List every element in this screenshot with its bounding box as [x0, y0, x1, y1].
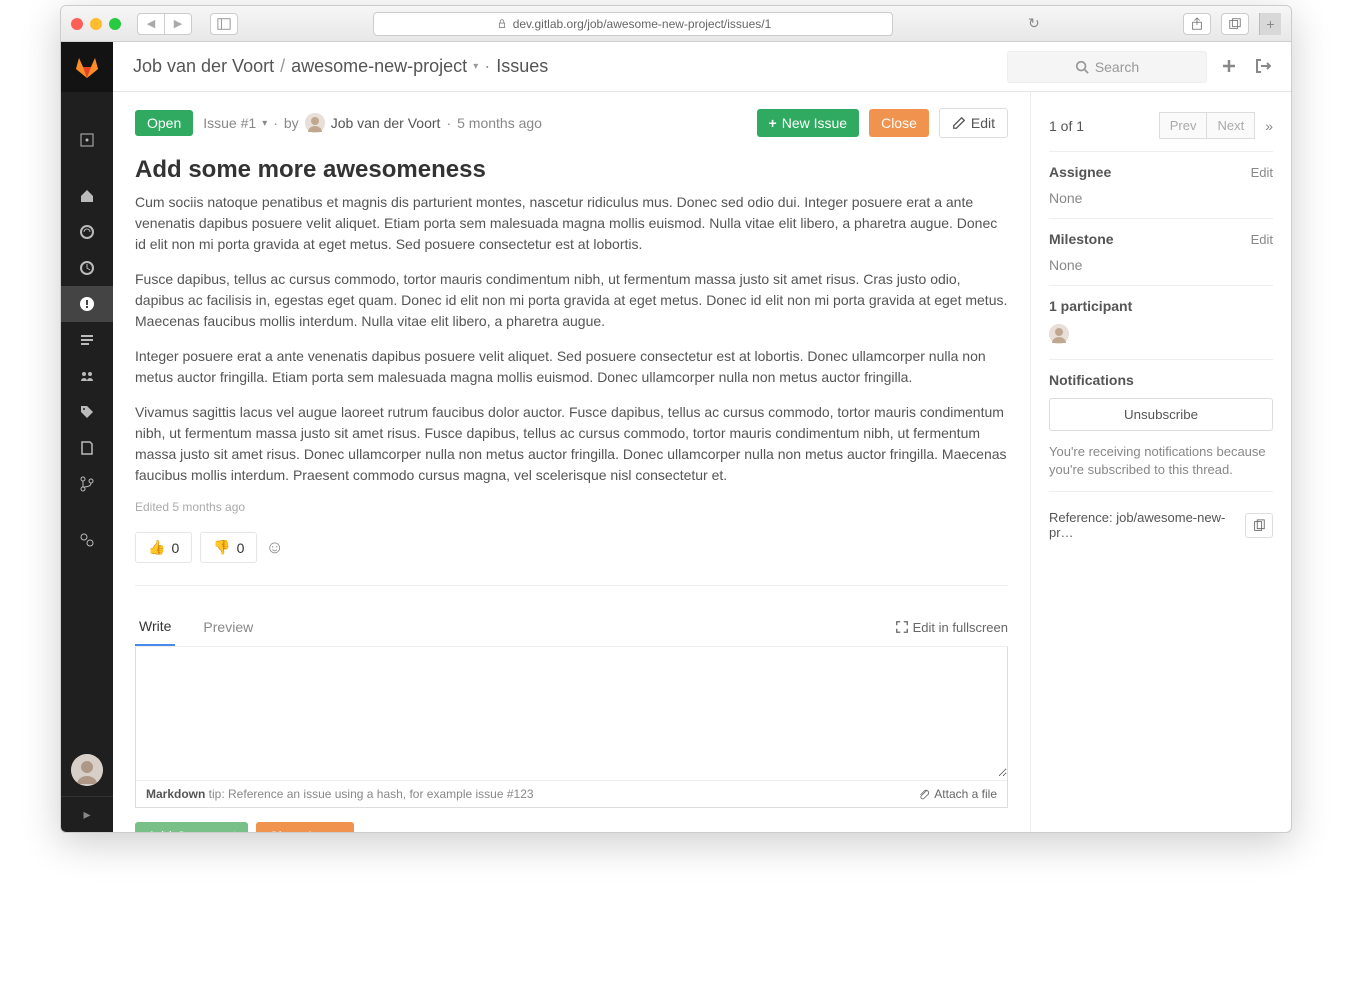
breadcrumb: Job van der Voort / awesome-new-project …: [133, 56, 993, 77]
sidebar-toggle[interactable]: [210, 13, 238, 35]
participants-label: 1 participant: [1049, 298, 1132, 314]
reference-text: Reference: job/awesome-new-pr…: [1049, 510, 1245, 540]
breadcrumb-project[interactable]: awesome-new-project: [291, 56, 467, 77]
participant-avatar[interactable]: [1049, 324, 1069, 344]
issue-state-badge: Open: [135, 110, 193, 136]
thumbs-up-icon: 👍: [148, 539, 165, 556]
zoom-window[interactable]: [109, 18, 121, 30]
nav-members[interactable]: [61, 358, 113, 394]
new-tab-button[interactable]: +: [1259, 13, 1281, 35]
author-avatar[interactable]: [305, 113, 325, 133]
thumbs-down-button[interactable]: 👎0: [200, 532, 257, 563]
chevron-down-icon[interactable]: ▾: [262, 118, 267, 129]
tab-write[interactable]: Write: [135, 608, 175, 646]
issue-time: 5 months ago: [457, 115, 542, 131]
close-button[interactable]: Close: [869, 109, 929, 137]
share-button[interactable]: [1183, 13, 1211, 35]
nav-wiki[interactable]: [61, 430, 113, 466]
assignee-label: Assignee: [1049, 164, 1111, 180]
issue-sidebar: 1 of 1 Prev Next » Assignee Edit None Mil…: [1031, 92, 1291, 832]
nav-issues[interactable]: [61, 286, 113, 322]
reload-button[interactable]: ↻: [1028, 15, 1048, 32]
plus-icon[interactable]: [1221, 58, 1237, 76]
expand-sidebar[interactable]: ▸: [61, 796, 113, 832]
author-name[interactable]: Job van der Voort: [331, 115, 441, 131]
thumbs-down-icon: 👎: [213, 539, 230, 556]
user-avatar[interactable]: [71, 754, 103, 786]
breadcrumb-owner[interactable]: Job van der Voort: [133, 56, 274, 77]
edit-button[interactable]: Edit: [939, 108, 1008, 138]
search-input[interactable]: Search: [1007, 51, 1207, 83]
next-button[interactable]: Next: [1207, 112, 1255, 139]
nav-home[interactable]: [61, 178, 113, 214]
issue-title: Add some more awesomeness: [135, 156, 1008, 184]
add-reaction-button[interactable]: ☺: [265, 537, 283, 558]
traffic-lights: [71, 18, 121, 30]
issue-counter: 1 of 1: [1049, 118, 1084, 134]
nav-labels[interactable]: [61, 394, 113, 430]
url-bar[interactable]: dev.gitlab.org/job/awesome-new-project/i…: [373, 12, 893, 36]
unsubscribe-button[interactable]: Unsubscribe: [1049, 398, 1273, 431]
issue-description: Cum sociis natoque penatibus et magnis d…: [135, 192, 1008, 486]
add-comment-button[interactable]: Add Comment: [135, 822, 248, 832]
nav-cycle[interactable]: [61, 250, 113, 286]
nav-todo[interactable]: [61, 122, 113, 158]
notification-note: You're receiving notifications because y…: [1049, 443, 1273, 479]
notifications-label: Notifications: [1049, 372, 1134, 388]
copy-reference-button[interactable]: [1245, 513, 1273, 539]
new-issue-button[interactable]: +New Issue: [757, 109, 860, 137]
signout-icon[interactable]: [1255, 58, 1271, 76]
nav-settings[interactable]: [61, 522, 113, 558]
minimize-window[interactable]: [90, 18, 102, 30]
thumbs-up-button[interactable]: 👍0: [135, 532, 192, 563]
milestone-value: None: [1049, 257, 1273, 273]
edit-fullscreen-link[interactable]: Edit in fullscreen: [895, 620, 1008, 635]
prev-button[interactable]: Prev: [1159, 112, 1208, 139]
close-window[interactable]: [71, 18, 83, 30]
collapse-sidebar-icon[interactable]: »: [1265, 118, 1273, 134]
close-issue-button[interactable]: Close Issue: [256, 822, 353, 832]
markdown-label: Markdown: [146, 787, 205, 801]
back-button[interactable]: ◀: [137, 13, 165, 35]
url-text: dev.gitlab.org/job/awesome-new-project/i…: [513, 17, 772, 31]
assignee-edit[interactable]: Edit: [1251, 165, 1273, 180]
gitlab-logo[interactable]: [61, 42, 113, 92]
page-header: Job van der Voort / awesome-new-project …: [113, 42, 1291, 92]
attach-file-link[interactable]: Attach a file: [917, 787, 997, 801]
milestone-edit[interactable]: Edit: [1251, 232, 1273, 247]
left-sidebar: ▸: [61, 42, 113, 832]
issue-content: Open Issue #1 ▾ · by Job van der Voort ·…: [113, 92, 1031, 832]
comment-textarea[interactable]: [136, 647, 1007, 777]
milestone-label: Milestone: [1049, 231, 1114, 247]
chevron-down-icon[interactable]: ▾: [473, 61, 478, 72]
breadcrumb-section[interactable]: Issues: [496, 56, 548, 77]
tabs-button[interactable]: [1221, 13, 1249, 35]
issue-ref: Issue #1: [203, 115, 256, 131]
nav-branches[interactable]: [61, 466, 113, 502]
assignee-value: None: [1049, 190, 1273, 206]
nav-activity[interactable]: [61, 214, 113, 250]
tab-preview[interactable]: Preview: [199, 609, 257, 645]
edited-label: Edited 5 months ago: [135, 500, 1008, 514]
nav-merge[interactable]: [61, 322, 113, 358]
browser-titlebar: ◀ ▶ dev.gitlab.org/job/awesome-new-proje…: [61, 6, 1291, 42]
forward-button[interactable]: ▶: [164, 13, 192, 35]
